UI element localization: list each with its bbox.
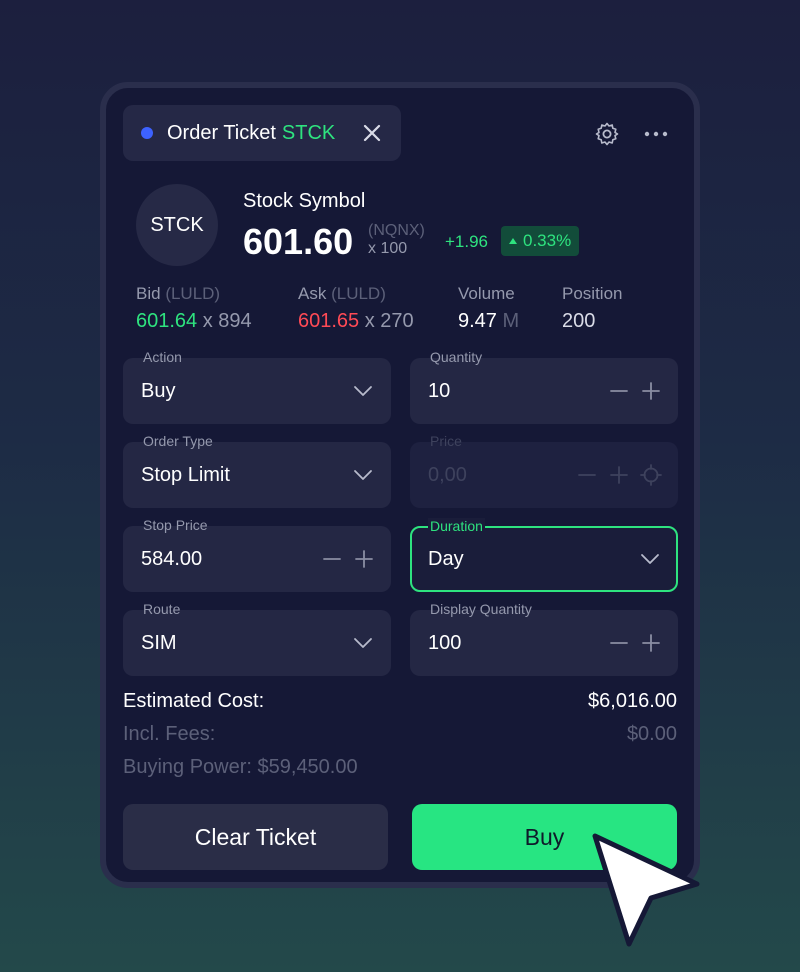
tab-title: Order Ticket (167, 121, 276, 144)
display-quantity-label: Display Quantity (430, 601, 532, 617)
action-select[interactable]: Action Buy (123, 349, 391, 424)
estimated-cost-label: Estimated Cost: (123, 690, 265, 712)
duration-value: Day (428, 548, 464, 570)
buying-power: Buying Power: $59,450.00 (123, 756, 358, 778)
stop-price-label: Stop Price (143, 517, 208, 533)
plus-icon[interactable] (640, 632, 662, 654)
symbol-avatar: STCK (136, 184, 218, 266)
gear-icon[interactable] (594, 121, 620, 147)
display-quantity-value[interactable]: 100 (428, 632, 461, 655)
percent-change-badge: 0.33% (501, 226, 580, 256)
crosshair-icon (640, 464, 662, 486)
close-icon[interactable] (359, 120, 385, 146)
contract-multiplier: x 100 (368, 240, 408, 257)
percent-change: 0.33% (523, 231, 572, 250)
clear-ticket-button[interactable]: Clear Ticket (123, 804, 388, 870)
position-label: Position (562, 284, 623, 303)
duration-select[interactable]: Duration Day (410, 518, 678, 592)
action-value: Buy (141, 380, 176, 402)
fees-label: Incl. Fees: (123, 723, 216, 745)
bid-size: x 894 (202, 310, 252, 332)
ask-price: 601.65 (298, 310, 360, 332)
display-quantity-stepper[interactable]: Display Quantity 100 (410, 601, 678, 676)
ask-size: x 270 (364, 310, 414, 332)
quantity-value[interactable]: 10 (428, 380, 450, 403)
price-change: +1.96 (445, 232, 489, 251)
order-type-select[interactable]: Order Type Stop Limit (123, 433, 391, 508)
minus-icon (578, 474, 596, 476)
symbol-name: Stock Symbol (243, 190, 366, 212)
fees-value: $0.00 (626, 723, 677, 745)
position-stat: Position 200 (562, 284, 622, 333)
plus-icon[interactable] (640, 380, 662, 402)
chevron-down-icon[interactable] (640, 550, 660, 568)
volume-unit: M (502, 310, 520, 332)
order-ticket-tab[interactable]: Order Ticket STCK (123, 105, 401, 161)
order-ticket-panel: Order Ticket STCK STCK Stock Symbol 601.… (100, 82, 700, 888)
volume-value: 9.47 (458, 310, 497, 332)
quantity-stepper[interactable]: Quantity 10 (410, 349, 678, 424)
price-label: Price (430, 433, 462, 449)
chevron-down-icon[interactable] (353, 466, 373, 484)
plus-icon (610, 466, 628, 484)
chevron-down-icon[interactable] (353, 382, 373, 400)
route-value: SIM (141, 632, 177, 654)
stop-price-value[interactable]: 584.00 (141, 548, 202, 571)
action-label: Action (143, 349, 182, 365)
price-placeholder: 0,00 (428, 464, 467, 486)
minus-icon[interactable] (608, 632, 630, 654)
estimated-cost-value: $6,016.00 (588, 690, 677, 712)
bid-stat: Bid (LULD) 601.64 x 894 (136, 284, 252, 333)
mouse-cursor-icon (592, 833, 700, 947)
chevron-down-icon[interactable] (353, 634, 373, 652)
last-price: 601.60 (243, 221, 354, 262)
up-arrow-icon (509, 238, 517, 244)
plus-icon[interactable] (353, 548, 375, 570)
quantity-label: Quantity (430, 349, 483, 365)
bid-luld: (LULD) (165, 284, 221, 303)
route-label: Route (143, 601, 181, 617)
exchange-code: (NQNX) (368, 222, 425, 239)
more-horizontal-icon[interactable] (643, 121, 669, 147)
bid-label: Bid (136, 284, 161, 303)
volume-stat: Volume 9.47 M (458, 284, 519, 333)
position-value: 200 (562, 310, 596, 332)
minus-icon[interactable] (321, 548, 343, 570)
ask-label: Ask (298, 284, 327, 303)
duration-label: Duration (428, 518, 485, 534)
status-dot (141, 127, 153, 139)
price-field: Price 0,00 (410, 433, 678, 508)
route-select[interactable]: Route SIM (123, 601, 391, 676)
volume-label: Volume (458, 284, 515, 303)
tab-symbol: STCK (281, 121, 336, 144)
minus-icon[interactable] (608, 380, 630, 402)
bid-price: 601.64 (136, 310, 198, 332)
order-type-label: Order Type (143, 433, 213, 449)
stop-price-stepper[interactable]: Stop Price 584.00 (123, 517, 391, 592)
ask-stat: Ask (LULD) 601.65 x 270 (298, 284, 414, 333)
order-type-value: Stop Limit (141, 464, 230, 486)
ask-luld: (LULD) (331, 284, 386, 303)
